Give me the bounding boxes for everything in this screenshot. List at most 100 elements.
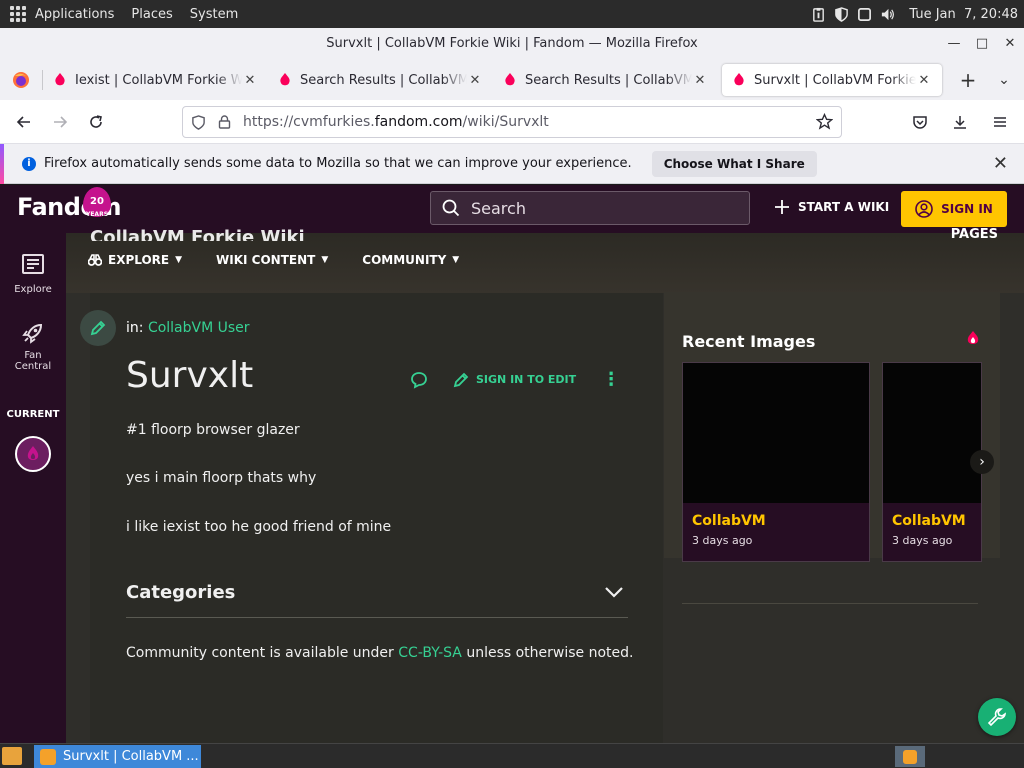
maximize-icon[interactable]: □ (968, 28, 996, 60)
info-icon: i (22, 156, 36, 171)
license-pre: Community content is available under (126, 645, 399, 661)
pocket-button[interactable] (902, 106, 938, 138)
reload-button[interactable] (78, 106, 114, 138)
tab-search-results-2[interactable]: Search Results | CollabVM Forkie Wiki ✕ (493, 64, 718, 96)
notification-text: Firefox automatically sends some data to… (44, 156, 632, 171)
comment-icon[interactable] (410, 371, 428, 389)
data-reporting-notification: i Firefox automatically sends some data … (0, 144, 1024, 184)
url-bar[interactable]: https://cvmfurkies.fandom.com/wiki/Survx… (182, 106, 842, 138)
chevron-down-icon[interactable] (604, 582, 624, 602)
nav-explore[interactable]: EXPLORE ▼ (88, 253, 182, 267)
volume-icon[interactable] (880, 7, 895, 22)
close-window-icon[interactable]: ✕ (996, 28, 1024, 60)
menu-system[interactable]: System (190, 7, 238, 22)
nav-wiki-content[interactable]: WIKI CONTENT ▼ (216, 253, 328, 267)
cc-by-sa-link[interactable]: CC-BY-SA (398, 645, 462, 661)
fandom-20-years-badge: 20 YEARS (83, 187, 111, 218)
menu-applications[interactable]: Applications (35, 7, 114, 22)
forward-button[interactable] (42, 106, 78, 138)
tab-strip: Iexist | CollabVM Forkie Wiki | Fandom ✕… (0, 60, 1024, 100)
download-icon (954, 116, 966, 129)
categories-label: Categories (126, 582, 236, 603)
wiki-header: CollabVM Forkie Wiki PAGES EXPLORE ▼ WIK… (66, 227, 1024, 293)
menu-places[interactable]: Places (131, 7, 172, 22)
sidebar-fan-label-1: Fan (24, 350, 42, 361)
downloads-button[interactable] (942, 106, 978, 138)
sidebar-fan-label-2: Central (14, 361, 52, 372)
tab-search-results-1[interactable]: Search Results | CollabVM Forkie Wiki ✕ (268, 64, 493, 96)
fandom-favicon-icon (505, 73, 515, 86)
tab-iexist[interactable]: Iexist | CollabVM Forkie Wiki | Fandom ✕ (43, 64, 268, 96)
back-button[interactable] (6, 106, 42, 138)
tab-close-icon[interactable]: ✕ (242, 73, 258, 88)
fandom-favicon-icon (280, 73, 290, 86)
firefox-icon (13, 72, 29, 88)
wrench-tools-button[interactable] (978, 698, 1016, 736)
app-menu-button[interactable] (982, 106, 1018, 138)
start-a-wiki-label: START A WIKI (798, 200, 890, 214)
new-tab-button[interactable]: + (950, 68, 986, 92)
fandom-search-box[interactable]: Search (430, 191, 750, 225)
tracking-protection-shield-icon[interactable] (183, 114, 213, 130)
wiki-name[interactable]: CollabVM Forkie Wiki (90, 227, 305, 241)
recent-image-card[interactable]: CollabVM 3 days ago (882, 362, 982, 562)
tab-close-icon[interactable]: ✕ (916, 73, 932, 88)
chevron-down-icon: ▼ (175, 255, 183, 265)
sidebar-fan-central[interactable]: Fan Central (0, 321, 66, 372)
search-icon (431, 199, 471, 217)
reload-icon (90, 114, 102, 128)
choose-what-i-share-button[interactable]: Choose What I Share (651, 150, 817, 177)
taskbar-window-button[interactable]: Survxlt | CollabVM ... (34, 745, 201, 768)
article-paragraph: yes i main floorp thats why (126, 470, 317, 486)
recent-image-card[interactable]: CollabVM 3 days ago (682, 362, 870, 562)
taskbar-window-label: Survxlt | CollabVM ... (63, 749, 199, 764)
tab-label: Iexist | CollabVM Forkie Wiki | Fandom (75, 72, 242, 88)
window-icon[interactable] (857, 7, 872, 22)
tray-app-icon (903, 749, 917, 764)
workspace-switcher[interactable] (895, 746, 925, 767)
window-titlebar: Survxlt | CollabVM Forkie Wiki | Fandom … (0, 28, 1024, 60)
shield-icon[interactable] (834, 6, 849, 22)
hamburger-menu-icon (994, 117, 1006, 127)
apps-grid-icon (10, 6, 26, 22)
back-arrow-icon (16, 115, 30, 128)
wiki-nav-menu: EXPLORE ▼ WIKI CONTENT ▼ COMMUNITY ▼ (88, 253, 459, 267)
edit-pencil-button[interactable] (80, 310, 116, 346)
sign-in-button[interactable]: SIGN IN (901, 191, 1007, 227)
clock[interactable]: Tue Jan 7, 20:48 (909, 7, 1018, 22)
tab-close-icon[interactable]: ✕ (467, 73, 483, 88)
badge-number: 20 (90, 196, 104, 207)
fandom-flame-icon (27, 446, 39, 460)
binoculars-icon (88, 254, 102, 266)
lock-icon[interactable] (213, 115, 235, 129)
sidebar-explore[interactable]: Explore (0, 253, 66, 295)
close-notification-icon[interactable]: ✕ (993, 153, 1008, 174)
more-options-icon[interactable]: ⋮ (602, 369, 620, 390)
tab-survxlt[interactable]: Survxlt | CollabVM Forkie Wiki | Fandom … (722, 64, 942, 96)
recent-image-name[interactable]: CollabVM (692, 513, 766, 529)
pencil-icon (453, 372, 469, 387)
tab-label: Search Results | CollabVM Forkie Wiki (525, 72, 692, 88)
fandom-flame-icon (967, 331, 979, 344)
list-all-tabs-chevron-icon[interactable]: ⌄ (986, 72, 1022, 88)
show-desktop-button[interactable] (2, 747, 22, 765)
minimize-icon[interactable]: — (940, 28, 968, 60)
search-placeholder: Search (471, 198, 526, 218)
article-paragraph: #1 floorp browser glazer (126, 422, 300, 438)
current-wiki-button[interactable] (15, 436, 51, 472)
sign-in-to-edit-link[interactable]: SIGN IN TO EDIT (452, 371, 576, 389)
clipboard-icon[interactable] (811, 7, 826, 22)
url-path: /wiki/Survxlt (462, 114, 549, 130)
bookmark-star-icon[interactable] (815, 112, 834, 134)
start-a-wiki-link[interactable]: START A WIKI (774, 199, 889, 215)
firefox-view-button[interactable] (0, 60, 42, 100)
collabvm-user-link[interactable]: CollabVM User (148, 320, 250, 336)
tab-close-icon[interactable]: ✕ (692, 73, 708, 88)
nav-community[interactable]: COMMUNITY ▼ (362, 253, 459, 267)
nav-explore-label: EXPLORE (108, 253, 170, 267)
categories-section[interactable]: Categories (126, 582, 628, 618)
recent-image-name[interactable]: CollabVM (892, 513, 966, 529)
navigation-toolbar: https://cvmfurkies.fandom.com/wiki/Survx… (0, 100, 1024, 144)
carousel-next-icon[interactable]: › (970, 450, 994, 474)
applications-menu[interactable]: Applications Places System (10, 6, 255, 22)
